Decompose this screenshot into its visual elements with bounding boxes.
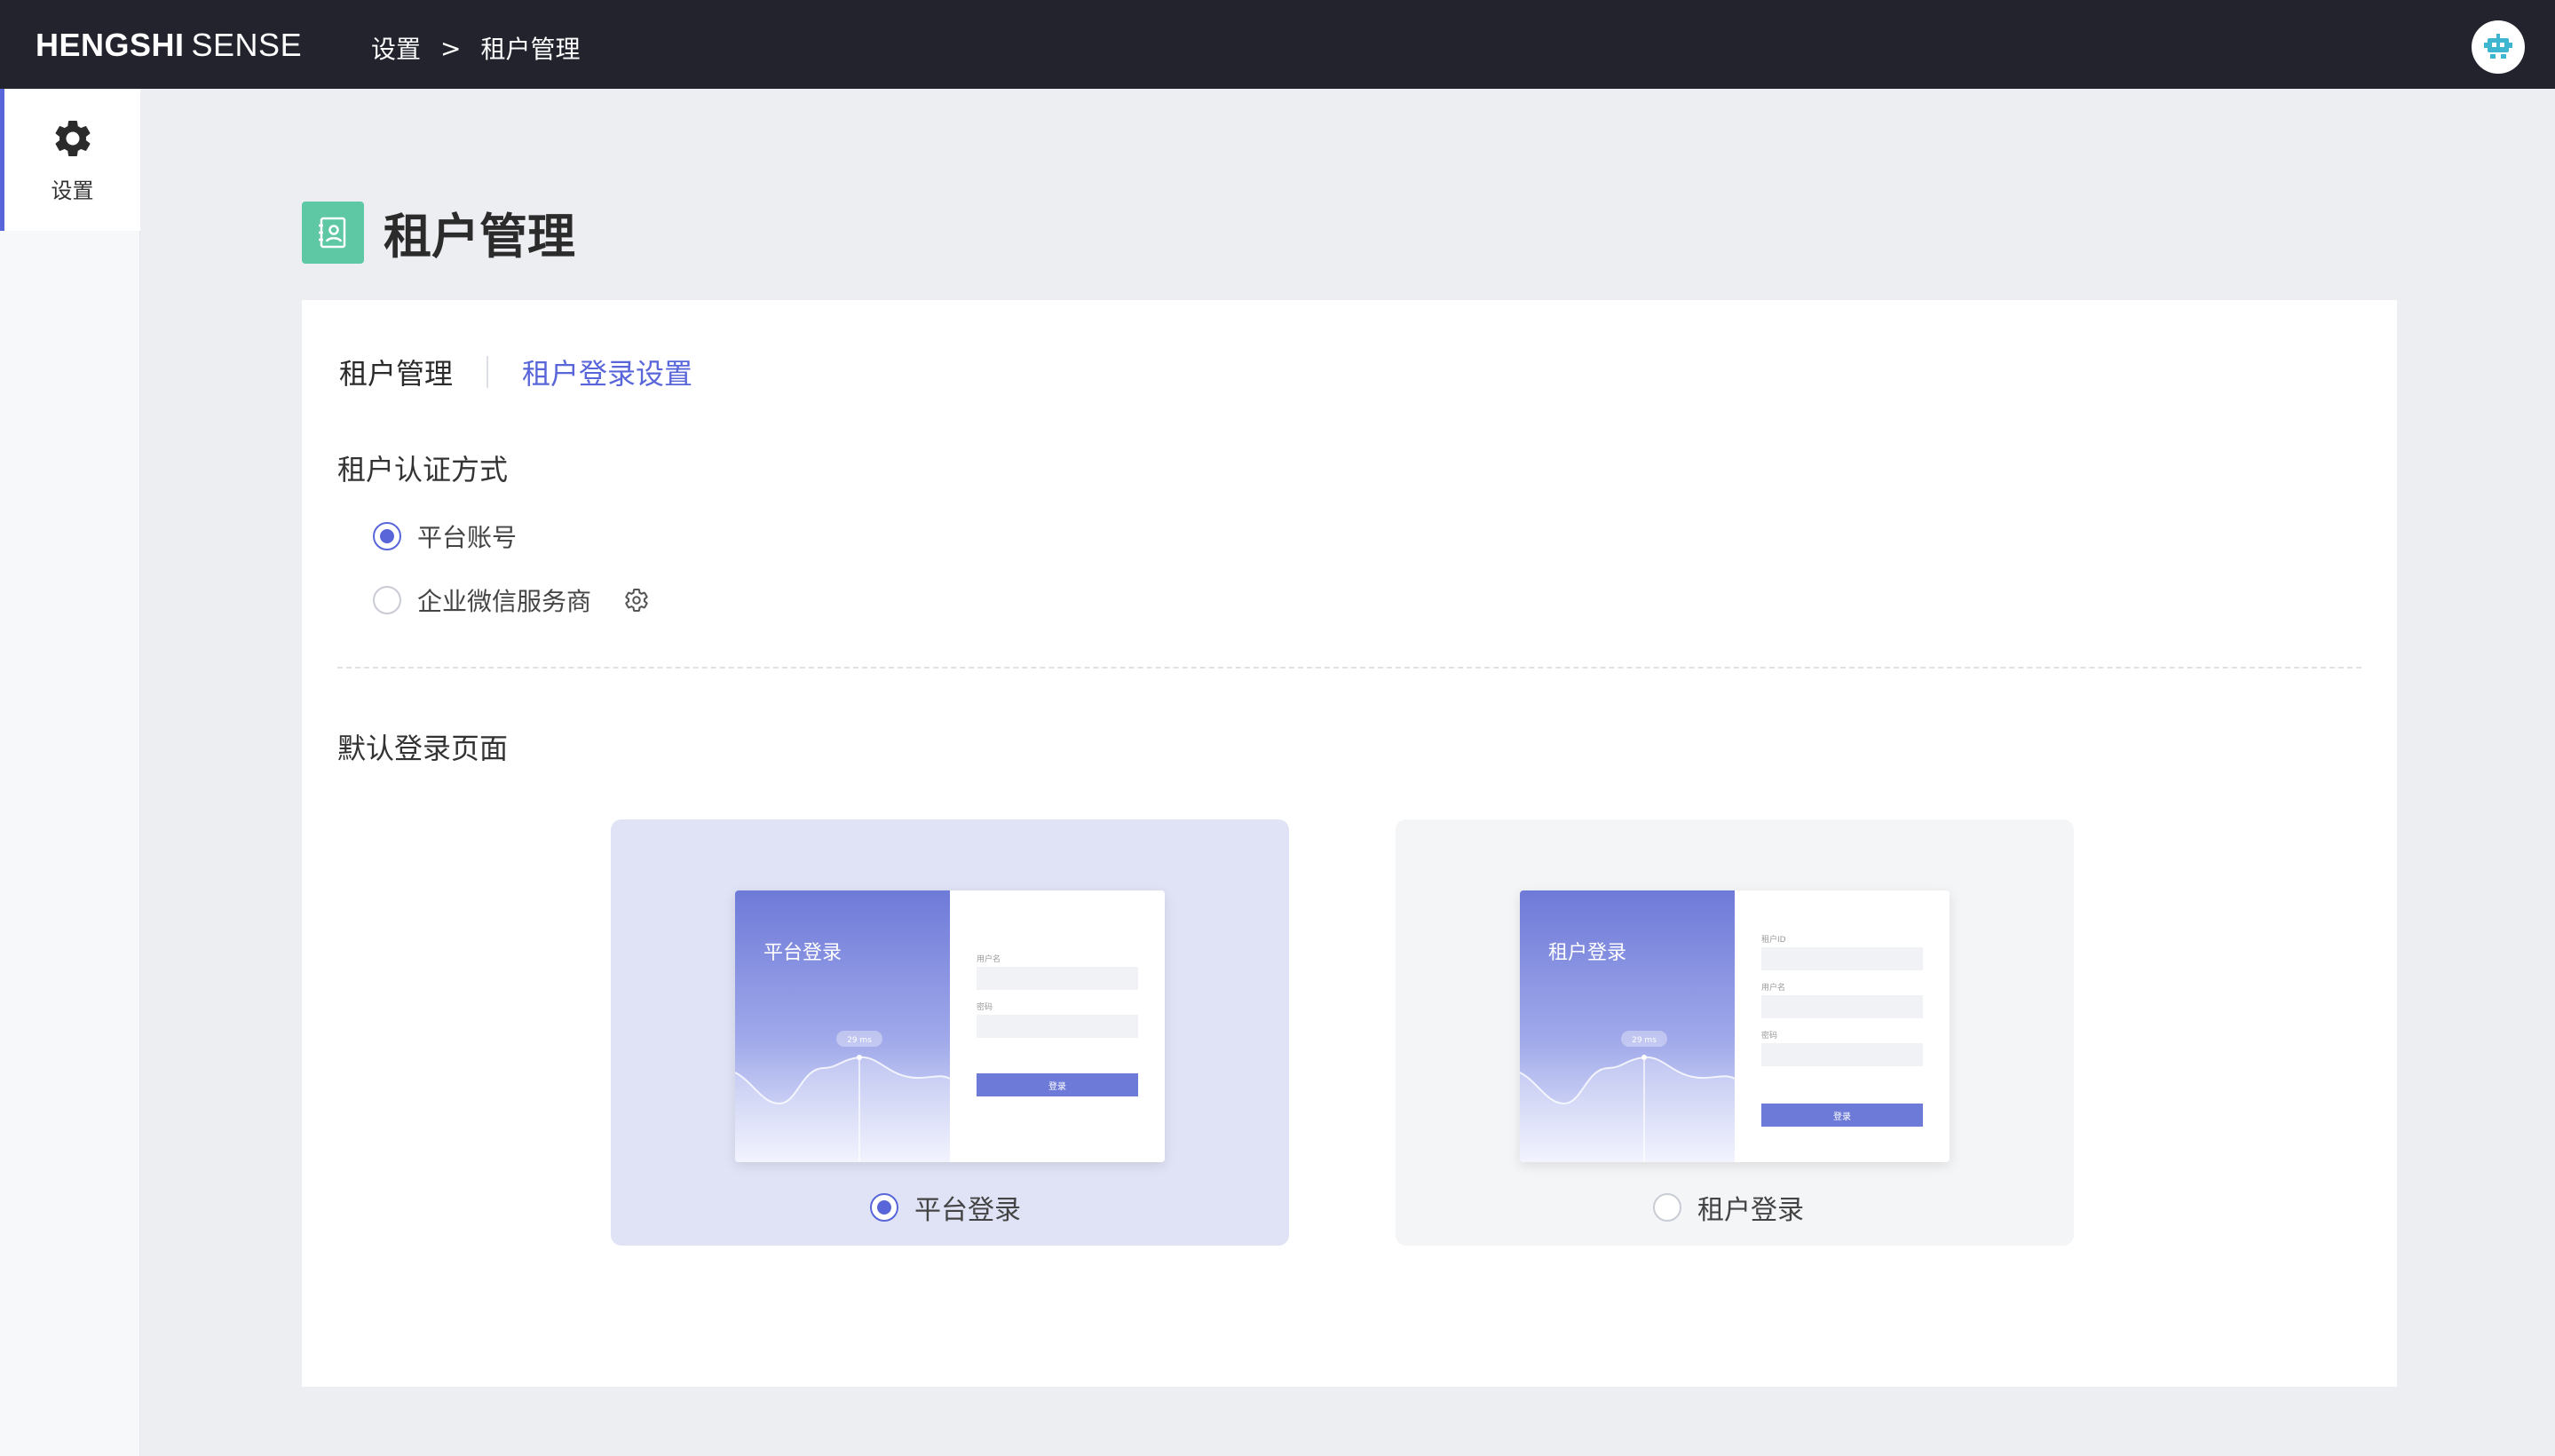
chart-badge-text: 29 ms	[1632, 1036, 1657, 1045]
breadcrumb-separator: >	[440, 33, 462, 63]
mini-input-password	[1761, 1043, 1923, 1066]
page-header: 租户管理	[302, 197, 575, 267]
left-nav: 设置	[0, 89, 140, 1456]
top-bar: HENGSHI SENSE 设置 > 租户管理	[0, 0, 2555, 89]
radio-wecom-provider-label: 企业微信服务商	[417, 587, 592, 616]
user-avatar[interactable]	[2472, 20, 2525, 74]
radio-wecom-provider[interactable]	[373, 586, 401, 614]
tab-bar: 租户管理 租户登录设置	[339, 352, 692, 392]
tab-tenant-management[interactable]: 租户管理	[339, 352, 453, 392]
login-preview-form: 用户名 密码 登录	[950, 890, 1165, 1162]
mini-field-label-password: 密码	[1761, 1032, 1778, 1041]
mini-input-password	[977, 1015, 1138, 1038]
brand-name-light: SENSE	[191, 27, 303, 63]
settings-card: 租户管理 租户登录设置 租户认证方式 平台账号 企业微信服务商 默认登录页面 平…	[302, 300, 2397, 1387]
mini-field-label-password: 密码	[977, 1003, 993, 1012]
login-preview-platform: 平台登录 29 ms 用户名 密码 登录	[735, 890, 1165, 1162]
radio-tenant-login[interactable]	[1653, 1193, 1681, 1222]
auth-option-platform-account[interactable]: 平台账号	[373, 518, 517, 554]
wave-chart-graphic: 29 ms	[735, 1031, 950, 1162]
wecom-settings-gear-icon[interactable]	[623, 587, 650, 613]
breadcrumb: 设置 > 租户管理	[371, 30, 581, 66]
gear-icon	[55, 120, 90, 156]
login-preview-form: 租户ID 用户名 密码 登录	[1735, 890, 1950, 1162]
tab-tenant-login-settings[interactable]: 租户登录设置	[522, 352, 692, 392]
tenant-contact-icon	[302, 201, 364, 264]
login-option-panel-tenant[interactable]: 租户登录 29 ms 租户ID 用户名 密码 登录	[1396, 819, 2074, 1246]
login-page-section-title: 默认登录页面	[337, 732, 509, 765]
breadcrumb-item-tenant-management: 租户管理	[480, 35, 581, 64]
mini-input-username	[977, 967, 1138, 990]
login-option-platform[interactable]: 平台登录	[870, 1188, 1021, 1227]
login-preview-banner: 租户登录 29 ms	[1520, 890, 1735, 1162]
mini-input-username	[1761, 995, 1923, 1018]
login-option-panel-platform[interactable]: 平台登录 29 ms 用户名 密码 登录	[611, 819, 1289, 1246]
brand-name-bold: HENGSHI	[36, 27, 185, 63]
mini-input-tenant-id	[1761, 947, 1923, 970]
mini-field-label-tenant-id: 租户ID	[1761, 936, 1786, 945]
radio-platform-account[interactable]	[373, 522, 401, 550]
login-preview-banner: 平台登录 29 ms	[735, 890, 950, 1162]
mini-field-label-username: 用户名	[977, 955, 1001, 964]
chart-badge-text: 29 ms	[847, 1036, 872, 1045]
mini-login-button: 登录	[1761, 1104, 1923, 1127]
radio-platform-login-label: 平台登录	[914, 1195, 1021, 1226]
nav-item-settings[interactable]: 设置	[0, 89, 140, 231]
nav-item-settings-label: 设置	[51, 178, 94, 203]
wave-chart-graphic: 29 ms	[1520, 1031, 1735, 1162]
auth-option-wecom-provider[interactable]: 企业微信服务商	[373, 582, 650, 618]
mini-login-button: 登录	[977, 1073, 1138, 1096]
radio-tenant-login-label: 租户登录	[1697, 1195, 1804, 1226]
login-option-tenant[interactable]: 租户登录	[1653, 1188, 1804, 1227]
section-divider	[337, 667, 2361, 669]
mini-field-label-username: 用户名	[1761, 984, 1786, 993]
tab-divider	[486, 356, 489, 388]
breadcrumb-item-settings[interactable]: 设置	[371, 30, 421, 66]
auth-section-title: 租户认证方式	[337, 453, 509, 487]
radio-platform-login[interactable]	[870, 1193, 898, 1222]
contact-book-icon	[319, 217, 346, 248]
login-preview-tenant: 租户登录 29 ms 租户ID 用户名 密码 登录	[1520, 890, 1950, 1162]
avatar-robot-icon	[2484, 34, 2512, 59]
radio-platform-account-label: 平台账号	[417, 523, 518, 552]
brand-logo[interactable]: HENGSHI SENSE	[36, 27, 302, 64]
page-title: 租户管理	[384, 209, 575, 265]
